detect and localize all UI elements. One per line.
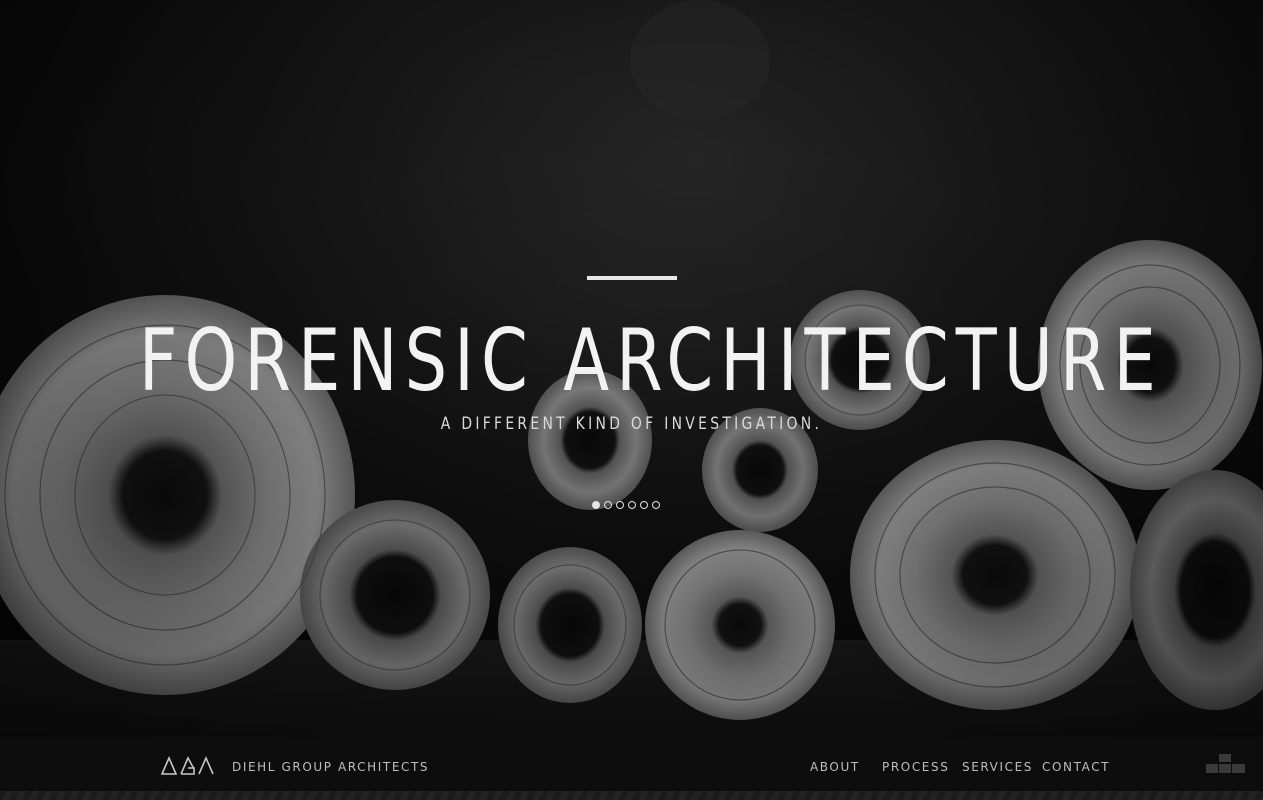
- dga-triangles-logo-icon[interactable]: [161, 756, 215, 776]
- hero-subtitle: A DIFFERENT KIND OF INVESTIGATION.: [440, 414, 823, 434]
- slider-dot-1[interactable]: [592, 501, 600, 509]
- slider-dot-2[interactable]: [604, 501, 612, 509]
- slider-dot-5[interactable]: [640, 501, 648, 509]
- navbar-bottom-strip: [0, 791, 1263, 800]
- brand-name[interactable]: DIEHL GROUP ARCHITECTS: [232, 760, 429, 774]
- nav-link-services[interactable]: SERVICES: [962, 760, 1033, 774]
- nav-link-contact[interactable]: CONTACT: [1042, 760, 1110, 774]
- slider-dot-6[interactable]: [652, 501, 660, 509]
- hero-title: FORENSIC ARCHITECTURE: [138, 311, 1163, 411]
- page: FORENSIC ARCHITECTURE A DIFFERENT KIND O…: [0, 0, 1263, 800]
- nav-link-process[interactable]: PROCESS: [882, 760, 949, 774]
- stacked-blocks-icon[interactable]: [1205, 754, 1247, 774]
- hero-divider: [587, 276, 677, 280]
- slider-dot-3[interactable]: [616, 501, 624, 509]
- slider-pagination: [592, 501, 660, 511]
- nav-link-about[interactable]: ABOUT: [810, 760, 860, 774]
- slider-dot-4[interactable]: [628, 501, 636, 509]
